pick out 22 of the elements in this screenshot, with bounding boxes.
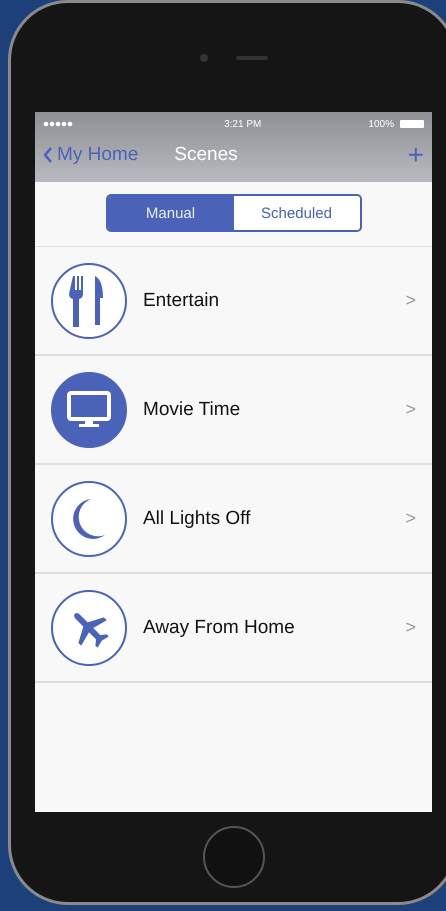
scene-name: All Lights Off (143, 508, 250, 530)
segment-tab[interactable]: Scheduled (234, 196, 360, 230)
scene-name: Away From Home (143, 616, 295, 638)
screen-title: Scenes (174, 144, 238, 166)
moon-icon (71, 496, 107, 540)
scene-row[interactable]: Entertain > (35, 247, 432, 356)
status-time: 3:21 PM (223, 118, 262, 130)
chevron: > (405, 290, 416, 311)
segment-tab[interactable]: Manual (108, 196, 234, 230)
monitor-icon (66, 390, 112, 430)
battery-percent: 100% (368, 118, 394, 130)
battery-icon (400, 120, 424, 128)
camera-icon (200, 54, 208, 62)
scene-name: Movie Time (143, 398, 240, 420)
scene-row[interactable]: Away From Home > (35, 574, 432, 683)
chevron: > (405, 399, 416, 420)
scene-name: Entertain (143, 290, 220, 312)
chevron: > (405, 617, 416, 638)
scene-row[interactable]: All Lights Off > (35, 465, 432, 574)
scene-row[interactable]: Movie Time > (35, 356, 432, 465)
back-chevron-icon (43, 146, 53, 164)
chevron: > (405, 508, 416, 529)
